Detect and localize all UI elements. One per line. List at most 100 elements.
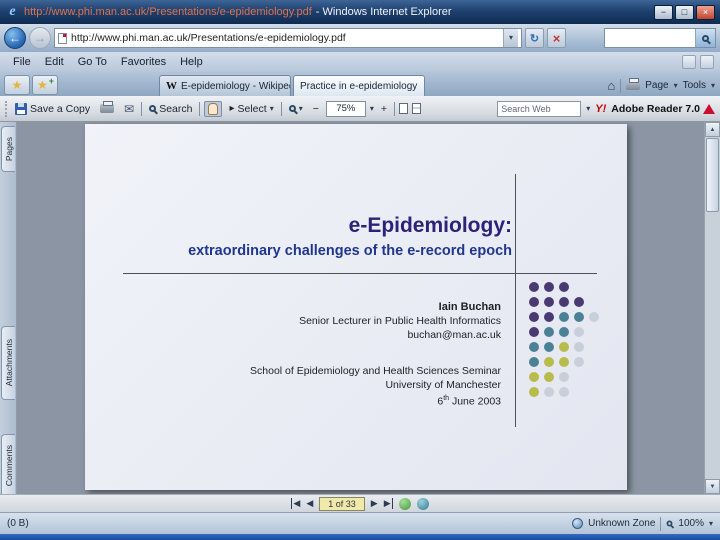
slide-dot [558,296,569,307]
tab-practice-epidemiology[interactable]: Practice in e-epidemiology [293,75,425,96]
window-controls: − □ × [654,4,715,20]
toolbar-grip [5,100,8,117]
pdf-viewer[interactable]: e-Epidemiology: extraordinary challenges… [17,122,704,494]
title-bar: e http://www.phi.man.ac.uk/Presentations… [0,0,720,24]
menu-extra-icons [682,55,714,69]
add-favorite-button[interactable]: ★ + [32,75,58,95]
print-icon[interactable] [626,78,641,90]
tools-menu-button[interactable]: Tools [683,80,706,91]
address-dropdown-button[interactable]: ▾ [503,29,518,47]
vertical-rule [515,174,516,427]
pages-tab-label: Pages [3,136,14,162]
email-button[interactable]: ✉ [121,101,137,117]
security-zone-icon [572,518,584,529]
page-menu-button[interactable]: Page [645,80,668,91]
forward-button[interactable]: → [29,27,51,49]
live-search-box[interactable] [604,28,716,48]
tab-bar: ★ ★ + W E-epidemiology - Wikiped... Pract… [0,72,720,96]
attachments-tab[interactable]: Attachments [1,326,15,400]
adobe-reader-brand-text: Adobe Reader 7.0 [611,102,700,115]
security-zone-label: Unknown Zone [588,518,656,529]
yahoo-logo[interactable]: Y! [595,103,606,115]
zoom-dropdown-icon[interactable]: ▾ [709,519,713,528]
refresh-icon: ↻ [529,32,540,45]
menu-bar: File Edit Go To Favorites Help [0,52,720,72]
pdf-page[interactable]: e-Epidemiology: extraordinary challenges… [85,124,627,490]
stop-button[interactable]: × [547,28,566,48]
slide-dot [543,296,554,307]
scrollbar-thumb[interactable] [706,138,719,212]
favorites-center-button[interactable]: ★ [4,75,30,95]
menu-favorites[interactable]: Favorites [114,54,173,70]
next-page-button[interactable]: ▶ [371,498,378,509]
slide-dot [573,326,584,337]
last-page-button[interactable]: ▶ [384,498,393,509]
slide-dot [543,311,554,322]
search-go-button[interactable] [695,29,715,47]
hand-tool-button[interactable] [204,100,223,117]
zoom-in-button[interactable]: + [378,102,390,116]
toolbar-icon[interactable] [700,55,714,69]
minimize-button[interactable]: − [654,4,673,20]
author-name: Iain Buchan [438,301,501,313]
select-tool-button[interactable]: ▸ Select ▾ [226,102,276,116]
toolbar-icon[interactable] [682,55,696,69]
fit-page-icon[interactable] [412,103,422,114]
address-bar[interactable]: http://www.phi.man.ac.uk/Presentations/e… [54,28,522,48]
menu-help[interactable]: Help [173,54,210,70]
zoom-tool-button[interactable]: ▾ [286,103,306,114]
page-indicator[interactable]: 1 of 33 [319,496,365,511]
fit-width-icon[interactable] [399,103,409,114]
browser-zoom-level[interactable]: 100% [678,518,704,529]
search-web-field[interactable]: Search Web [497,100,582,117]
search-label: Search [159,102,193,115]
event-date: 6th June 2003 [437,395,501,408]
slide-dot [558,311,569,322]
ie-logo-icon: e [9,4,16,19]
zoom-level-field[interactable]: 75% [325,100,366,117]
menu-goto[interactable]: Go To [71,54,114,70]
print-button[interactable] [97,101,117,114]
view-mode-button[interactable] [398,497,411,510]
author-role: Senior Lecturer in Public Health Informa… [299,315,501,327]
tab-practice-label: Practice in e-epidemiology [300,80,418,92]
chevron-down-icon: ▾ [298,104,303,113]
vertical-scrollbar[interactable]: ▲ ▼ [704,122,720,494]
chevron-down-icon: ▾ [710,81,715,90]
slide-dot [543,356,554,367]
slide-dot [543,341,554,352]
pages-tab[interactable]: Pages [1,126,15,172]
comments-tab-label: Comments [3,445,14,487]
wikipedia-favicon: W [166,80,177,92]
zoom-out-button[interactable]: − [310,102,322,116]
tab-wikipedia[interactable]: W E-epidemiology - Wikiped... [159,75,291,96]
pdf-favicon [58,32,67,44]
slide-dot [558,356,569,367]
slide-dot [528,341,539,352]
scroll-up-button[interactable]: ▲ [705,122,720,137]
window-title-app: - Windows Internet Explorer [315,6,452,18]
back-button[interactable]: ← [4,27,26,49]
menu-edit[interactable]: Edit [38,54,71,70]
save-a-copy-button[interactable]: Save a Copy [12,102,93,116]
status-right: Unknown Zone 100% ▾ [572,516,713,531]
maximize-button[interactable]: □ [675,4,694,20]
menu-file[interactable]: File [6,54,38,70]
slide-dot [528,386,539,397]
close-button[interactable]: × [696,4,715,20]
plus-icon: + [48,76,55,86]
home-icon[interactable]: ⌂ [607,78,615,93]
slide-dot [573,311,584,322]
slide-dot [528,311,539,322]
comments-tab[interactable]: Comments [1,434,15,498]
search-input[interactable] [605,29,695,47]
scroll-down-button[interactable]: ▼ [705,479,720,494]
event-block: School of Epidemiology and Health Scienc… [250,364,501,409]
first-page-button[interactable]: ◀ [291,498,300,509]
address-url-text[interactable]: http://www.phi.man.ac.uk/Presentations/e… [71,32,503,44]
slideshow-button[interactable] [416,497,429,510]
previous-page-button[interactable]: ◀ [306,498,313,509]
search-pdf-button[interactable]: Search [146,102,195,116]
zoom-dropdown-icon[interactable]: ▾ [370,104,374,113]
refresh-button[interactable]: ↻ [525,28,544,48]
